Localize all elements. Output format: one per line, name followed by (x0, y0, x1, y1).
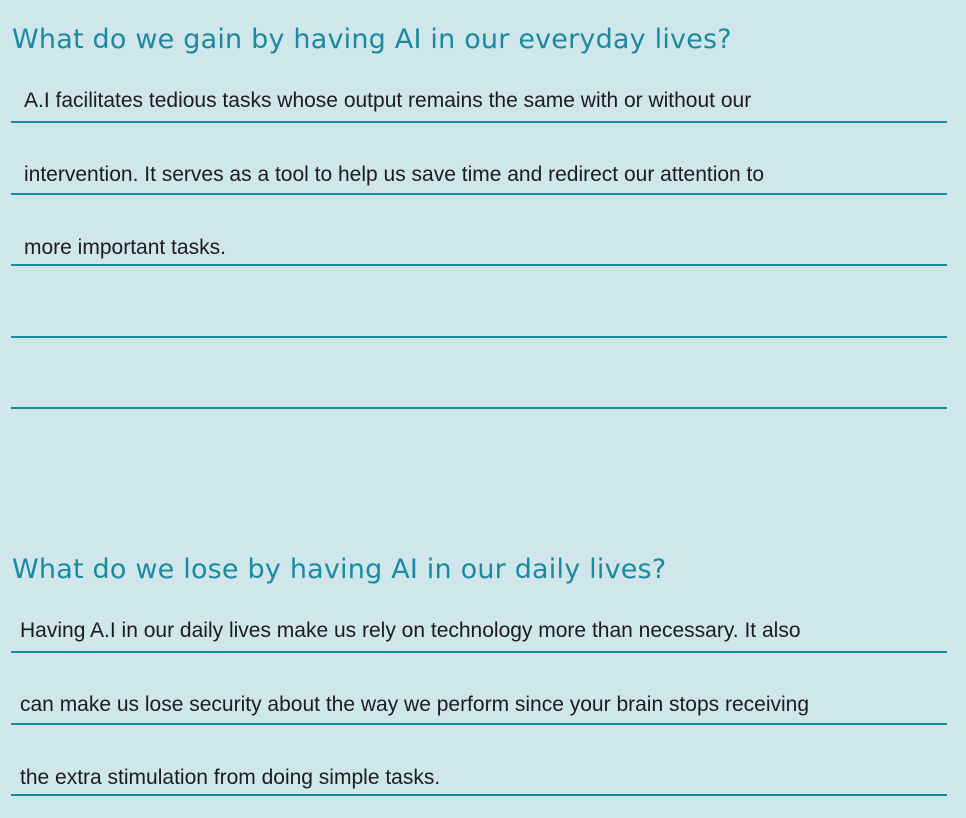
gain-answer-rule-1 (11, 121, 947, 123)
gain-answer-rule-4 (11, 336, 947, 338)
lose-answer-rule-1 (11, 651, 947, 653)
worksheet-page: What do we gain by having AI in our ever… (0, 0, 966, 818)
lose-answer-rule-3 (11, 794, 947, 796)
lose-answer-line-2: can make us lose security about the way … (20, 693, 810, 716)
gain-answer-rule-2 (11, 193, 947, 195)
section-gain-heading: What do we gain by having AI in our ever… (12, 24, 732, 55)
gain-answer-line-1: A.I facilitates tedious tasks whose outp… (24, 89, 752, 112)
lose-answer-rule-2 (11, 723, 947, 725)
gain-answer-rule-5 (11, 407, 947, 409)
gain-answer-rule-3 (11, 264, 947, 266)
section-lose-heading: What do we lose by having AI in our dail… (12, 554, 667, 585)
lose-answer-line-3: the extra stimulation from doing simple … (20, 766, 441, 789)
gain-answer-line-2: intervention. It serves as a tool to hel… (24, 163, 765, 186)
gain-answer-line-3: more important tasks. (24, 236, 226, 259)
lose-answer-line-1: Having A.I in our daily lives make us re… (20, 619, 801, 642)
